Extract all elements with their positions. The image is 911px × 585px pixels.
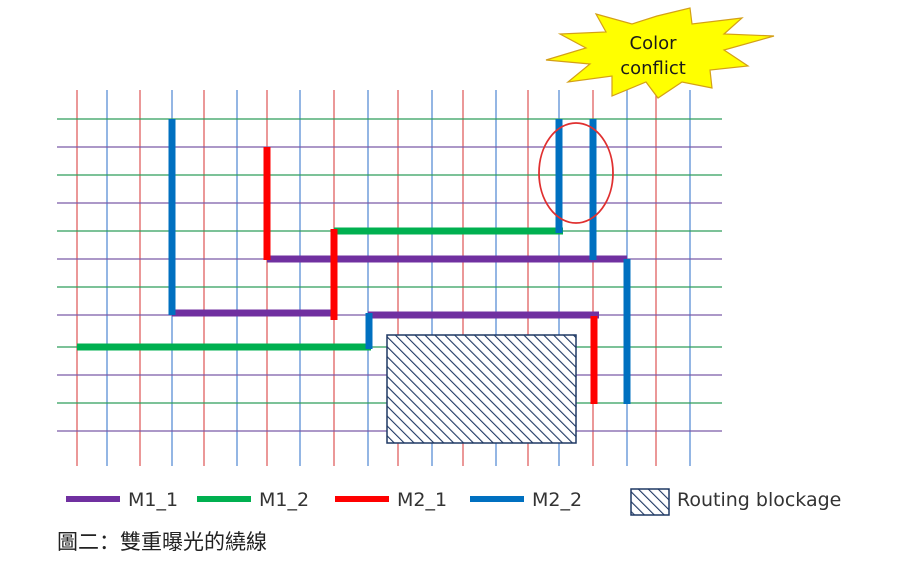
callout-line-1: Color	[630, 33, 678, 54]
legend-item-m1-2: M1_2	[197, 489, 309, 511]
conflict-highlight-ring	[538, 122, 614, 224]
legend: M1_1 M1_2 M2_1 M2_2 Routing blockage	[66, 488, 841, 516]
legend-label: M2_1	[397, 489, 447, 511]
blockage-swatch	[630, 488, 670, 516]
legend-label: M2_2	[532, 489, 582, 511]
legend-label: M1_1	[128, 489, 178, 511]
legend-label: Routing blockage	[677, 489, 841, 511]
figure-caption: 圖二：雙重曝光的繞線	[57, 530, 267, 554]
double-patterning-routing-diagram: Color conflict M1_1 M1_2 M2_1 M2_2 Routi…	[57, 7, 841, 516]
legend-item-blockage: Routing blockage	[630, 488, 841, 516]
callout-line-2: conflict	[620, 58, 686, 79]
color-conflict-callout: Color conflict	[545, 7, 775, 99]
legend-item-m2-1: M2_1	[335, 489, 447, 511]
legend-label: M1_2	[259, 489, 309, 511]
legend-item-m2-2: M2_2	[470, 489, 582, 511]
legend-item-m1-1: M1_1	[66, 489, 178, 511]
routing-blockage	[386, 334, 577, 444]
